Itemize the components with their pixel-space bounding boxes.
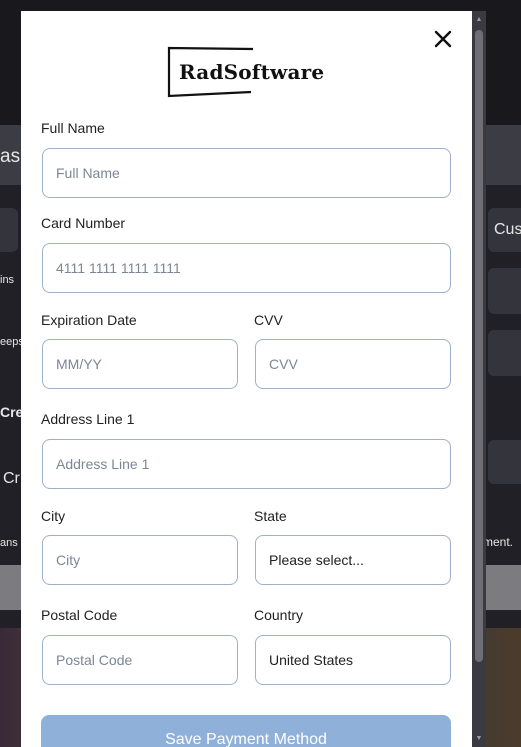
scroll-up-icon[interactable]: ▲ — [475, 16, 483, 24]
expiration-date-input[interactable] — [42, 339, 238, 389]
country-select-value: United States — [269, 652, 354, 668]
background-text: ans — [0, 537, 18, 549]
background-card — [488, 440, 521, 484]
address-line-1-input[interactable] — [42, 439, 451, 489]
background-text: Cre — [0, 404, 24, 420]
full-name-label: Full Name — [41, 120, 105, 136]
logo-text: RadSoftware — [179, 60, 325, 84]
background-card — [0, 208, 18, 252]
state-select-value: Please select... — [269, 552, 364, 568]
close-button[interactable] — [431, 27, 455, 51]
background-text: ins — [0, 274, 15, 286]
state-select[interactable]: Please select... — [255, 535, 451, 585]
full-name-input[interactable] — [42, 148, 451, 198]
postal-code-label: Postal Code — [41, 607, 118, 623]
card-number-label: Card Number — [41, 215, 126, 231]
scrollbar-thumb[interactable] — [475, 30, 483, 662]
country-select[interactable]: United States — [255, 635, 451, 685]
country-label: Country — [254, 607, 304, 623]
cvv-label: CVV — [254, 312, 283, 328]
background-text: as — [0, 146, 21, 167]
background-text: Cus — [494, 221, 521, 238]
postal-code-input[interactable] — [42, 635, 238, 685]
city-input[interactable] — [42, 535, 238, 585]
address-line-1-label: Address Line 1 — [41, 411, 135, 427]
background-text: ment. — [483, 535, 514, 549]
cvv-input[interactable] — [255, 339, 451, 389]
expiration-date-label: Expiration Date — [41, 312, 137, 328]
state-label: State — [254, 508, 287, 524]
background-card — [488, 330, 521, 376]
card-number-input[interactable] — [42, 243, 451, 293]
background-text: Cr — [3, 470, 20, 487]
city-label: City — [41, 508, 66, 524]
close-icon — [434, 30, 452, 48]
scroll-down-icon[interactable]: ▼ — [475, 735, 483, 743]
payment-modal: RadSoftware Full Name Card Number Expira… — [21, 11, 472, 747]
logo: RadSoftware — [167, 46, 327, 98]
save-payment-method-button[interactable]: Save Payment Method — [41, 715, 451, 747]
background-card — [488, 268, 521, 314]
